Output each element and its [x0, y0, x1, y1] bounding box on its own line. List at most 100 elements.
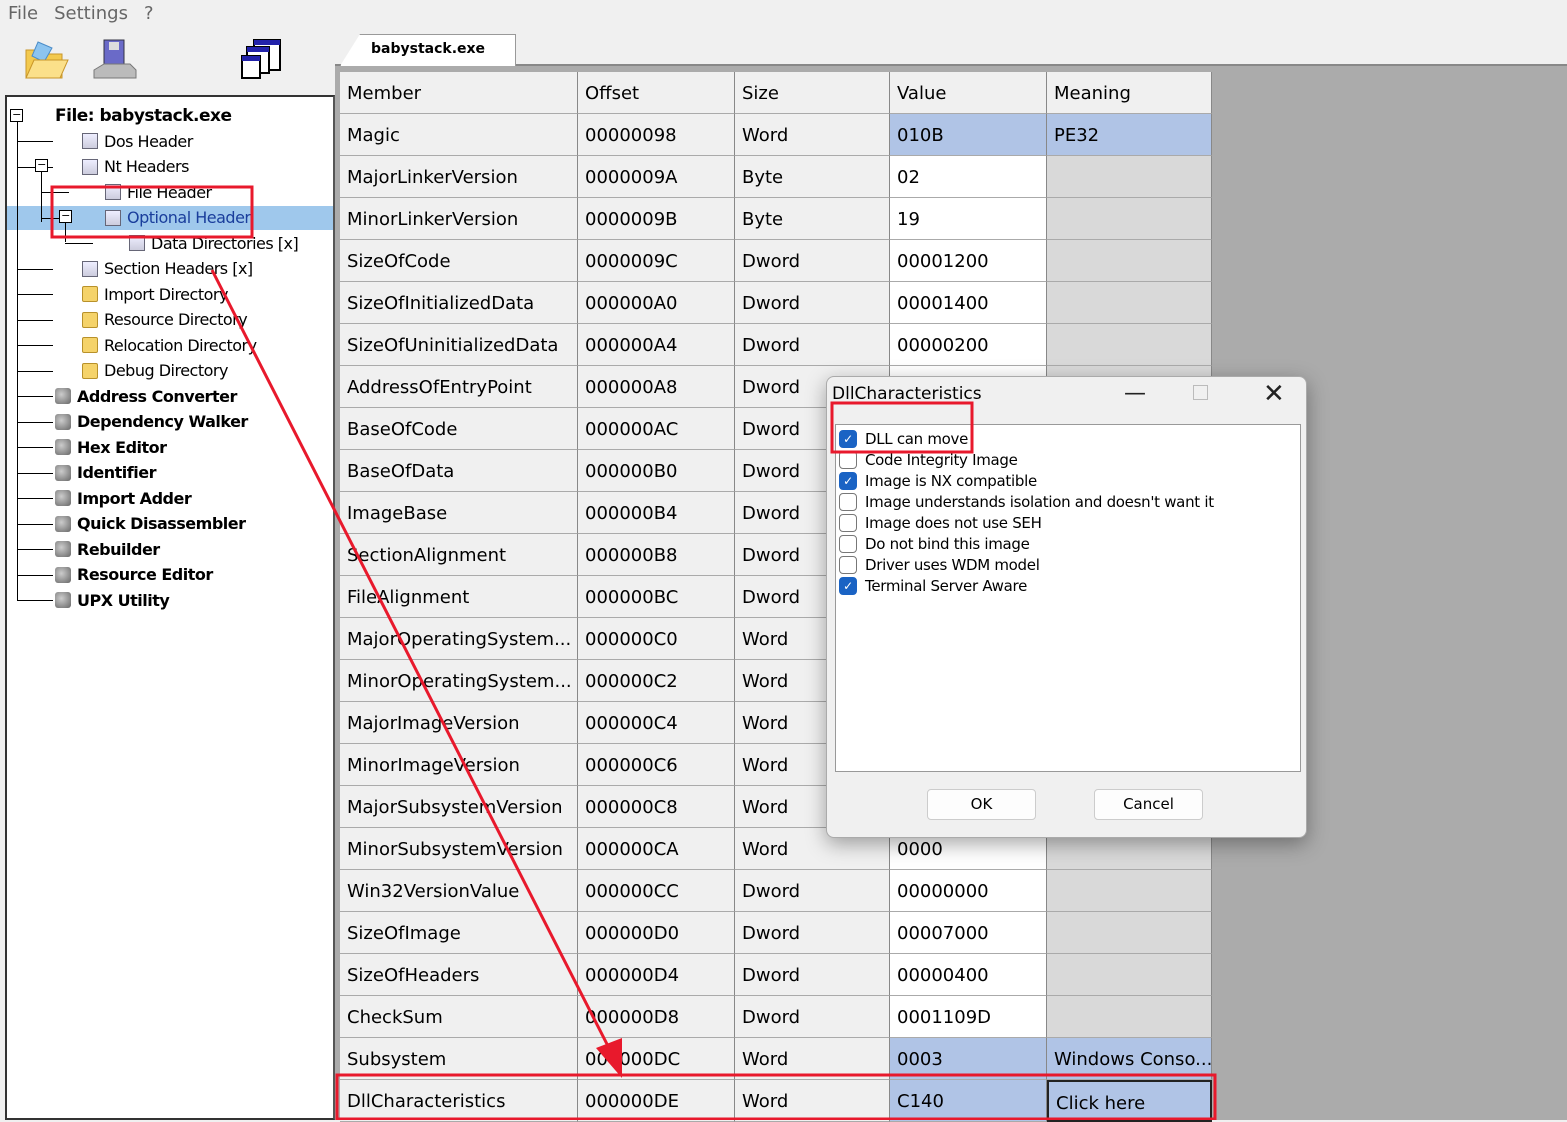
option-5[interactable]: Do not bind this image [836, 533, 1300, 554]
ok-button[interactable]: OK [927, 789, 1036, 820]
value-cell[interactable]: 00001200 [890, 240, 1047, 282]
windows-icon[interactable] [238, 36, 286, 84]
cancel-button[interactable]: Cancel [1094, 789, 1203, 820]
value-cell[interactable]: 00001400 [890, 282, 1047, 324]
close-icon[interactable]: ✕ [1263, 379, 1285, 409]
tree-item[interactable]: Address Converter [55, 384, 237, 408]
menu-file[interactable]: File [0, 0, 46, 28]
minimize-icon[interactable]: — [1124, 381, 1146, 406]
meaning-cell[interactable]: PE32 [1047, 114, 1212, 156]
table-row[interactable]: CheckSum 000000D8 Dword 0001109D [340, 996, 1212, 1038]
table-row[interactable]: SizeOfUninitializedData 000000A4 Dword 0000… [340, 324, 1212, 366]
tree-item[interactable]: Data Directories [x] [129, 231, 299, 255]
option-3[interactable]: Image understands isolation and doesn't … [836, 491, 1300, 512]
tree-connector [17, 447, 53, 448]
tree-item[interactable]: Section Headers [x] [82, 257, 253, 281]
open-folder-icon[interactable] [22, 36, 70, 84]
tree-root[interactable]: File: babystack.exe [55, 104, 232, 128]
table-row[interactable]: Win32VersionValue 000000CC Dword 00000000 [340, 870, 1212, 912]
value-cell[interactable]: 00000400 [890, 954, 1047, 996]
value-cell[interactable]: 010B [890, 114, 1047, 156]
meaning-cell[interactable] [1047, 240, 1212, 282]
offset-cell: 000000A8 [578, 366, 735, 408]
meaning-cell[interactable]: Windows Conso... [1047, 1038, 1212, 1080]
tree-item[interactable]: File Header [105, 180, 212, 204]
tab-babystack[interactable]: babystack.exe [340, 34, 516, 66]
tree-connector [17, 141, 53, 142]
option-1[interactable]: Code Integrity Image [836, 449, 1300, 470]
table-row[interactable]: SizeOfImage 000000D0 Dword 00007000 [340, 912, 1212, 954]
tree-item[interactable]: Relocation Directory [82, 333, 257, 357]
table-row[interactable]: SizeOfCode 0000009C Dword 00001200 [340, 240, 1212, 282]
meaning-cell[interactable] [1047, 198, 1212, 240]
checkbox[interactable] [839, 492, 857, 511]
table-row[interactable]: SizeOfInitializedData 000000A0 Dword 000014… [340, 282, 1212, 324]
tree-item[interactable]: Dos Header [82, 129, 193, 153]
tree-item[interactable]: Debug Directory [82, 359, 228, 383]
table-row[interactable]: SizeOfHeaders 000000D4 Dword 00000400 [340, 954, 1212, 996]
meaning-cell[interactable]: Click here [1047, 1080, 1212, 1122]
option-7[interactable]: ✓ Terminal Server Aware [836, 575, 1300, 596]
collapse-icon[interactable]: − [59, 210, 72, 223]
tree-item[interactable]: Identifier [55, 461, 156, 485]
checkbox[interactable] [839, 555, 857, 574]
tree-view[interactable]: File: babystack.exe − Dos Header Nt Headers… [5, 95, 335, 1120]
value-cell[interactable]: 00000000 [890, 870, 1047, 912]
meaning-cell[interactable] [1047, 282, 1212, 324]
table-row[interactable]: MajorLinkerVersion 0000009A Byte 02 [340, 156, 1212, 198]
checkbox[interactable] [839, 534, 857, 553]
checkbox[interactable]: ✓ [839, 471, 857, 490]
value-cell[interactable]: 00000200 [890, 324, 1047, 366]
tree-item[interactable]: Resource Directory [82, 308, 248, 332]
tree-item[interactable]: Dependency Walker [55, 410, 248, 434]
tree-item[interactable]: Nt Headers [82, 155, 189, 179]
value-cell[interactable]: 02 [890, 156, 1047, 198]
column-header-meaning[interactable]: Meaning [1047, 72, 1212, 114]
column-header-size[interactable]: Size [735, 72, 890, 114]
column-header-value[interactable]: Value [890, 72, 1047, 114]
meaning-cell[interactable] [1047, 912, 1212, 954]
menu-settings[interactable]: Settings [46, 0, 136, 28]
value-cell[interactable]: 0003 [890, 1038, 1047, 1080]
table-row[interactable]: DllCharacteristics 000000DE Word C140 Click … [340, 1080, 1212, 1122]
table-row[interactable]: MinorLinkerVersion 0000009B Byte 19 [340, 198, 1212, 240]
table-row[interactable]: Magic 00000098 Word 010B PE32 [340, 114, 1212, 156]
column-header-member[interactable]: Member [340, 72, 578, 114]
document-icon [82, 133, 98, 149]
meaning-cell[interactable] [1047, 954, 1212, 996]
menu-help[interactable]: ? [136, 0, 162, 28]
option-0[interactable]: ✓ DLL can move [836, 428, 1300, 449]
collapse-icon[interactable]: − [35, 159, 48, 172]
option-2[interactable]: ✓ Image is NX compatible [836, 470, 1300, 491]
checkbox[interactable] [839, 450, 857, 469]
offset-cell: 000000D4 [578, 954, 735, 996]
value-cell[interactable]: C140 [890, 1080, 1047, 1122]
tree-item[interactable]: Hex Editor [55, 435, 167, 459]
tree-item[interactable]: UPX Utility [55, 588, 170, 612]
option-4[interactable]: Image does not use SEH [836, 512, 1300, 533]
column-header-offset[interactable]: Offset [578, 72, 735, 114]
value-cell[interactable]: 19 [890, 198, 1047, 240]
checkbox[interactable]: ✓ [839, 576, 857, 595]
checkbox[interactable] [839, 513, 857, 532]
save-disk-icon[interactable] [90, 36, 138, 84]
value-cell[interactable]: 00007000 [890, 912, 1047, 954]
tree-item[interactable]: Resource Editor [55, 563, 213, 587]
option-6[interactable]: Driver uses WDM model [836, 554, 1300, 575]
collapse-root-icon[interactable]: − [10, 109, 23, 122]
tree-connector [17, 268, 53, 270]
meaning-cell[interactable] [1047, 324, 1212, 366]
tree-item[interactable]: Quick Disassembler [55, 512, 246, 536]
value-cell[interactable]: 0001109D [890, 996, 1047, 1038]
table-row[interactable]: Subsystem 000000DC Word 0003 Windows Conso..… [340, 1038, 1212, 1080]
meaning-cell[interactable] [1047, 870, 1212, 912]
tree-item[interactable]: Import Adder [55, 486, 192, 510]
checkbox[interactable]: ✓ [839, 429, 857, 448]
tree-item[interactable]: Import Directory [82, 282, 228, 306]
tree-item[interactable]: Rebuilder [55, 537, 160, 561]
tree-connector [41, 166, 42, 222]
member-cell: SizeOfCode [340, 240, 578, 282]
meaning-cell[interactable] [1047, 156, 1212, 198]
offset-cell: 0000009A [578, 156, 735, 198]
meaning-cell[interactable] [1047, 996, 1212, 1038]
